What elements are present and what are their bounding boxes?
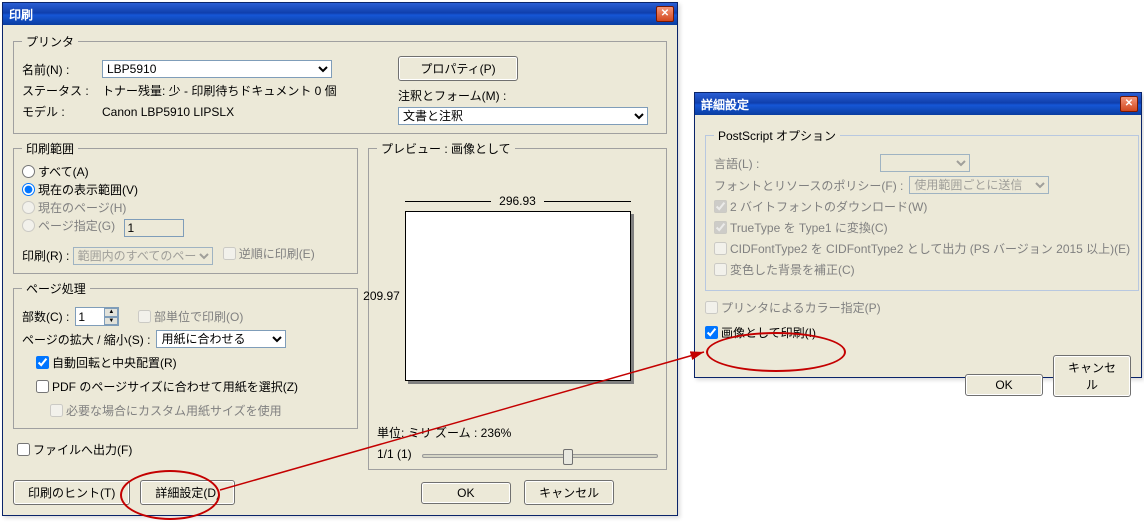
dl2byte-checkbox: 2 バイトフォントのダウンロード(W) [714, 198, 927, 215]
ps-lang-select [880, 154, 970, 172]
properties-button[interactable]: プロパティ(P) [398, 56, 518, 81]
output-to-file-checkbox[interactable]: ファイルへ出力(F) [17, 441, 132, 458]
print-subset-select: 範囲内のすべてのページ [73, 247, 213, 265]
range-view-radio[interactable]: 現在の表示範囲(V) [22, 181, 138, 198]
preview-width-dim: 296.93 [405, 193, 631, 209]
close-icon[interactable]: ✕ [1120, 96, 1138, 112]
copies-up[interactable]: ▲ [104, 308, 118, 317]
status-label: ステータス : [22, 82, 96, 99]
ps-policy-select: 使用範囲ごとに送信 [909, 176, 1049, 194]
ps-policy-label: フォントとリソースのポリシー(F) : [714, 177, 903, 194]
units-zoom-label: 単位: ミリ ズーム : 236% [377, 424, 658, 441]
range-pages-radio: ページ指定(G) [22, 217, 115, 234]
print-subset-label: 印刷(R) : [22, 249, 69, 263]
print-title: 印刷 [9, 6, 33, 23]
print-range-group: 印刷範囲 すべて(A) 現在の表示範囲(V) 現在のページ(H) ページ指定(G… [13, 140, 358, 274]
custom-paper-checkbox: 必要な場合にカスタム用紙サイズを使用 [50, 402, 282, 419]
postscript-group: PostScript オプション 言語(L) : フォントとリソースのポリシー(… [705, 127, 1139, 291]
choose-paper-checkbox[interactable]: PDF のページサイズに合わせて用紙を選択(Z) [36, 378, 298, 395]
status-value: トナー残量: 少 - 印刷待ちドキュメント 0 個 [102, 82, 337, 99]
page-handling-group: ページ処理 部数(C) : ▲▼ 部単位で印刷(O) ページの拡大 / 縮小(S… [13, 280, 358, 429]
cancel-button[interactable]: キャンセル [524, 480, 614, 505]
range-currentpage-radio: 現在のページ(H) [22, 199, 126, 216]
preview-area: 296.93 209.97 [401, 191, 635, 391]
scale-label: ページの拡大 / 縮小(S) : [22, 331, 150, 348]
advanced-titlebar: 詳細設定 ✕ [695, 93, 1141, 115]
auto-rotate-checkbox[interactable]: 自動回転と中央配置(R) [36, 354, 177, 371]
collate-checkbox: 部単位で印刷(O) [138, 308, 243, 325]
advanced-title: 詳細設定 [701, 96, 749, 113]
cid-checkbox: CIDFontType2 を CIDFontType2 として出力 (PS バー… [714, 240, 1130, 257]
copies-stepper[interactable]: ▲▼ [75, 307, 119, 326]
copies-label: 部数(C) : [22, 308, 69, 325]
advanced-dialog: 詳細設定 ✕ PostScript オプション 言語(L) : フォントとリソー… [694, 92, 1142, 378]
range-pages-input [124, 219, 184, 237]
page-indicator: 1/1 (1) [377, 447, 412, 461]
ok-button[interactable]: OK [421, 482, 511, 504]
copies-down[interactable]: ▼ [104, 317, 118, 326]
print-titlebar: 印刷 ✕ [3, 3, 677, 25]
close-icon[interactable]: ✕ [656, 6, 674, 22]
adv-ok-button[interactable]: OK [965, 374, 1043, 396]
print-dialog: 印刷 ✕ プリンタ 名前(N) : LBP5910 ステータス : トナー残量:… [2, 2, 678, 516]
preview-group: プレビュー : 画像として 296.93 209.97 単位: ミリ ズーム :… [368, 140, 667, 470]
printer-color-checkbox: プリンタによるカラー指定(P) [705, 299, 881, 316]
printer-name-select[interactable]: LBP5910 [102, 60, 332, 78]
model-value: Canon LBP5910 LIPSLX [102, 105, 234, 119]
model-label: モデル : [22, 103, 96, 120]
print-as-image-checkbox[interactable]: 画像として印刷(I) [705, 324, 816, 341]
comments-select[interactable]: 文書と注釈 [398, 107, 648, 125]
print-hint-button[interactable]: 印刷のヒント(T) [13, 480, 130, 505]
preview-paper [405, 211, 631, 381]
adv-cancel-button[interactable]: キャンセル [1053, 355, 1131, 397]
scale-select[interactable]: 用紙に合わせる [156, 330, 286, 348]
copies-input[interactable] [76, 308, 104, 325]
advanced-settings-button[interactable]: 詳細設定(D) [140, 480, 235, 505]
ps-lang-label: 言語(L) : [714, 155, 874, 172]
tt2t1-checkbox: TrueType を Type1 に変換(C) [714, 219, 888, 236]
page-slider[interactable] [422, 454, 658, 458]
range-all-radio[interactable]: すべて(A) [22, 163, 89, 180]
slider-thumb[interactable] [563, 449, 573, 465]
printer-group: プリンタ 名前(N) : LBP5910 ステータス : トナー残量: 少 - … [13, 33, 667, 134]
printer-name-label: 名前(N) : [22, 61, 96, 78]
bgfix-checkbox: 変色した背景を補正(C) [714, 261, 855, 278]
reverse-checkbox: 逆順に印刷(E) [223, 245, 315, 262]
preview-height-dim: 209.97 [363, 211, 401, 381]
comments-label: 注釈とフォーム(M) : [398, 87, 658, 104]
